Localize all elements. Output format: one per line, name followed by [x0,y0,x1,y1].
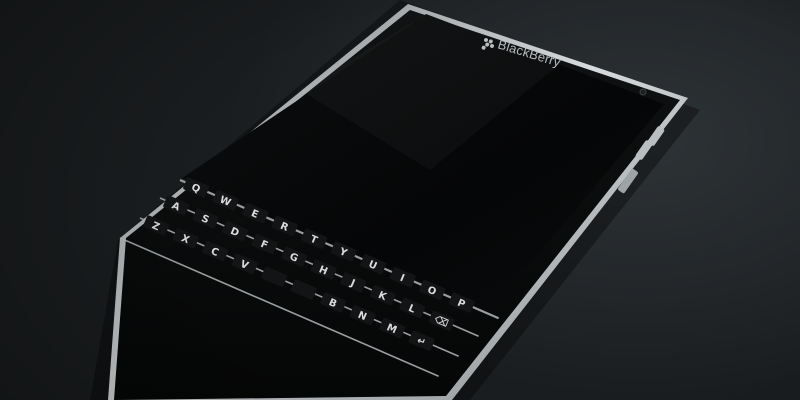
front-camera [639,88,647,96]
photo-scene: BlackBerry Q W E R T Y U I O P A S D F G H J K L ⌫ Z X C V B N M ↵ [0,0,800,400]
phone-illustration: BlackBerry QWERTYUIOPASDFGHJKL⌫ZXCVBNM↵ [90,0,700,400]
